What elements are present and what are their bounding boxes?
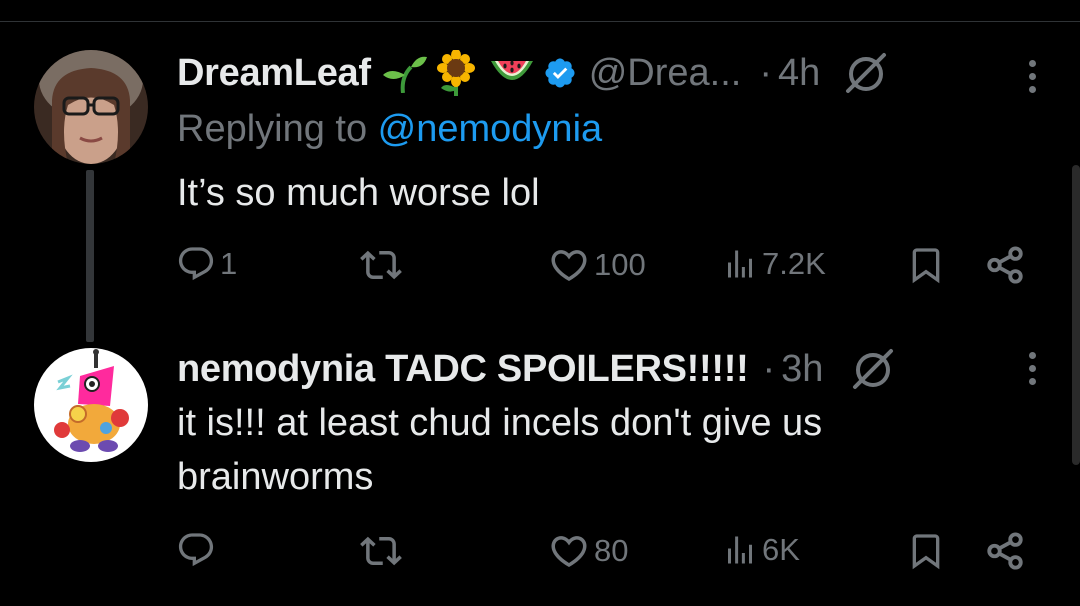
- repost-icon: [360, 250, 402, 280]
- bookmark-button[interactable]: [906, 530, 946, 572]
- views-count: 6K: [762, 532, 800, 567]
- handle[interactable]: @Drea...: [589, 52, 742, 95]
- views-button[interactable]: 7.2K: [722, 244, 826, 284]
- like-button[interactable]: 100: [548, 244, 646, 286]
- tweet-actions: 1 100 7.2K: [0, 244, 1080, 294]
- avatar-nemodynia[interactable]: [34, 348, 148, 462]
- tweet-dreamleaf[interactable]: DreamLeaf @Drea... · 4h Replying to @nem…: [0, 0, 1080, 342]
- grok-icon[interactable]: [842, 49, 890, 97]
- share-button[interactable]: [984, 244, 1026, 286]
- heart-icon: [551, 536, 587, 568]
- separator-dot: ·: [762, 347, 776, 390]
- tweet-header: nemodynia TADC SPOILERS!!!!! · 3h: [177, 344, 897, 394]
- more-options-icon[interactable]: [1029, 352, 1036, 385]
- share-icon: [987, 246, 1023, 284]
- tweet-actions: 80 6K: [0, 530, 1080, 580]
- like-count: 80: [594, 533, 629, 568]
- watermelon-icon: [489, 55, 535, 91]
- share-icon: [987, 532, 1023, 570]
- views-icon: [728, 536, 752, 564]
- sunflower-icon: [435, 50, 477, 96]
- share-button[interactable]: [984, 530, 1026, 572]
- tweet-header: DreamLeaf @Drea... · 4h: [177, 48, 890, 98]
- avatar-dreamleaf[interactable]: [34, 50, 148, 164]
- repost-button[interactable]: [360, 244, 406, 286]
- verified-badge-icon[interactable]: [543, 56, 577, 90]
- more-options-icon[interactable]: [1029, 60, 1036, 93]
- reply-icon: [178, 247, 214, 281]
- bookmark-icon: [912, 248, 940, 284]
- reply-icon: [178, 533, 214, 567]
- views-icon: [728, 250, 752, 278]
- repost-button[interactable]: [360, 530, 406, 572]
- reply-button[interactable]: [176, 530, 220, 570]
- tweet-text: it is!!! at least chud incels don't give…: [177, 402, 823, 498]
- like-count: 100: [594, 247, 646, 282]
- views-button[interactable]: 6K: [722, 530, 800, 570]
- heart-icon: [551, 250, 587, 282]
- replying-to-prefix: Replying to: [177, 108, 378, 150]
- replying-to-mention[interactable]: @nemodynia: [378, 108, 602, 150]
- reply-button[interactable]: 1: [176, 244, 237, 284]
- separator-dot: ·: [759, 51, 773, 94]
- like-button[interactable]: 80: [548, 530, 628, 572]
- repost-icon: [360, 536, 402, 566]
- display-name[interactable]: nemodynia TADC SPOILERS!!!!!: [177, 348, 749, 391]
- bookmark-button[interactable]: [906, 244, 946, 286]
- views-count: 7.2K: [762, 246, 826, 281]
- replying-to: Replying to @nemodynia: [177, 108, 602, 151]
- display-name[interactable]: DreamLeaf: [177, 52, 371, 95]
- timestamp[interactable]: 3h: [781, 348, 823, 391]
- bookmark-icon: [912, 534, 940, 570]
- seedling-icon: [381, 53, 427, 93]
- grok-icon[interactable]: [849, 345, 897, 393]
- timestamp[interactable]: 4h: [778, 52, 820, 95]
- tweet-nemodynia[interactable]: nemodynia TADC SPOILERS!!!!! · 3h it is!…: [0, 330, 1080, 606]
- tweet-text: It’s so much worse lol: [177, 172, 540, 214]
- reply-count: 1: [220, 246, 238, 281]
